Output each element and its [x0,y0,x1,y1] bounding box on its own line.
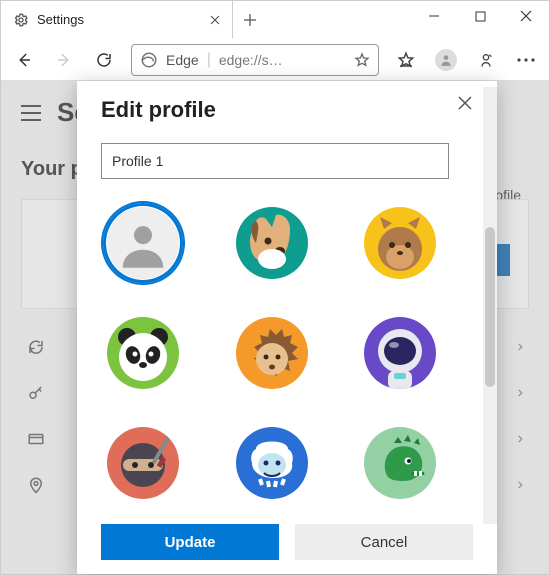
cancel-button[interactable]: Cancel [295,524,473,560]
dialog-scroll-thumb[interactable] [485,227,495,387]
edit-profile-dialog: Edit profile [77,81,497,574]
avatar-ninja[interactable] [101,421,185,505]
tab-close-icon[interactable] [208,13,222,27]
avatar-hedgehog[interactable] [230,311,314,395]
toolbar: Edge | edge://s… [1,39,549,81]
avatar-yeti[interactable] [230,421,314,505]
avatar-dog[interactable] [230,201,314,285]
address-bar[interactable]: Edge | edge://s… [131,44,379,76]
maximize-button[interactable] [457,1,503,31]
avatar-default[interactable] [101,201,185,285]
address-brand: Edge [166,52,199,68]
address-url: edge://s… [219,52,346,68]
update-button[interactable]: Update [101,524,279,560]
favorite-star-icon[interactable] [354,52,370,68]
avatar-dino[interactable] [358,421,442,505]
profile-button[interactable] [429,43,463,77]
dialog-close-button[interactable] [455,93,475,113]
avatar-cat[interactable] [358,201,442,285]
favorites-button[interactable] [389,43,423,77]
back-button[interactable] [7,43,41,77]
browser-window: Settings Edge | edge://s… [0,0,550,575]
new-tab-button[interactable] [233,1,267,39]
avatar-astronaut[interactable] [358,311,442,395]
dialog-scrollbar[interactable] [483,87,497,524]
gear-icon [13,12,29,28]
avatar-grid [101,201,449,505]
forward-button[interactable] [47,43,81,77]
profile-name-input[interactable] [101,143,449,179]
extensions-button[interactable] [469,43,503,77]
dialog-title: Edit profile [101,97,469,123]
menu-button[interactable] [509,43,543,77]
titlebar: Settings [1,1,549,39]
window-controls [411,1,549,31]
minimize-button[interactable] [411,1,457,31]
browser-tab[interactable]: Settings [1,1,233,39]
edge-logo-icon [140,51,158,69]
tab-title: Settings [37,12,200,27]
avatar-panda[interactable] [101,311,185,395]
dialog-footer: Update Cancel [77,524,497,574]
address-sep: | [207,51,211,69]
close-window-button[interactable] [503,1,549,31]
refresh-button[interactable] [87,43,121,77]
